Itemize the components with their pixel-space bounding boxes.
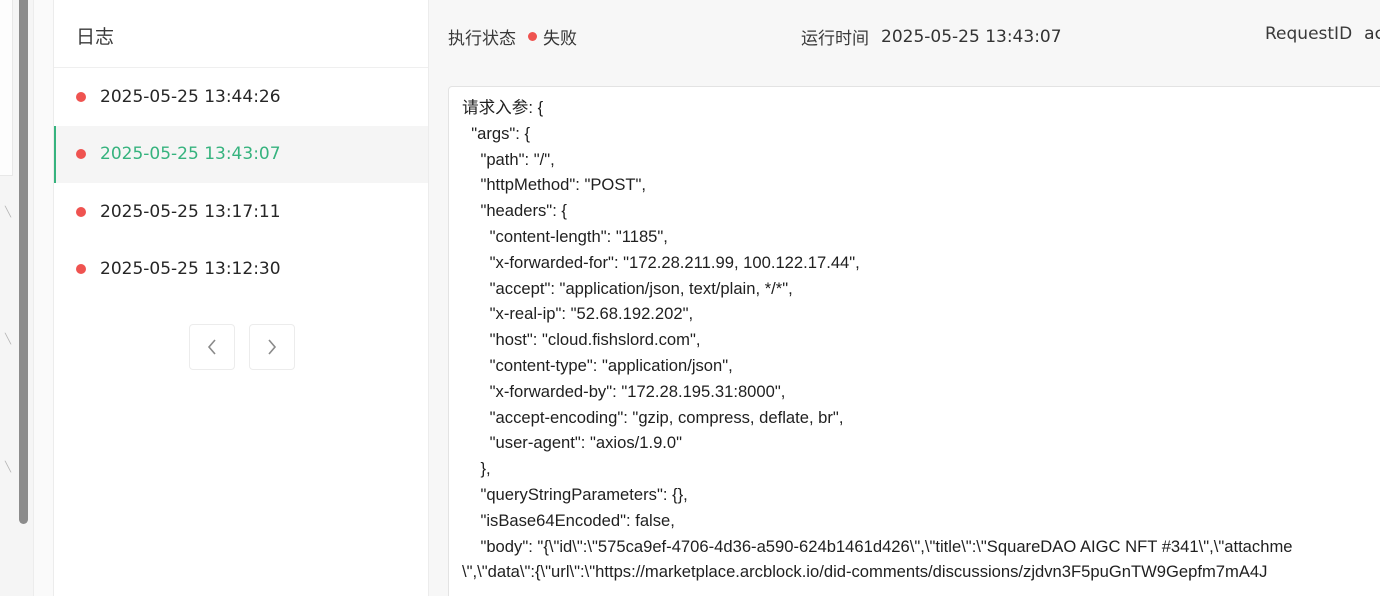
left-panel-strip: ╲ ╲ ╲ <box>0 0 34 596</box>
log-time: 2025-05-25 13:12:30 <box>100 259 281 280</box>
pagination <box>189 324 295 370</box>
chevron-right-icon <box>268 339 277 355</box>
runtime-field: 运行时间 2025-05-25 13:43:07 <box>801 24 1062 50</box>
status-dot-icon <box>76 91 86 102</box>
chevron-left-icon <box>207 339 216 355</box>
chevron-icon: ╲ <box>5 207 12 218</box>
log-list-item-active[interactable]: 2025-05-25 13:43:07 <box>54 125 428 183</box>
collapsed-panel <box>0 0 13 176</box>
log-time: 2025-05-25 13:43:07 <box>100 144 281 165</box>
chevron-icon: ╲ <box>5 462 12 473</box>
sidebar-title: 日志 <box>54 0 428 68</box>
status-dot-icon <box>76 206 86 217</box>
prev-page-button[interactable] <box>189 324 235 370</box>
status-field: 执行状态 失败 <box>448 24 577 49</box>
status-label: 执行状态 <box>448 29 516 49</box>
runtime-label: 运行时间 <box>801 29 869 49</box>
request-id-value[interactable]: ac <box>1364 24 1380 44</box>
log-detail: 执行状态 失败 运行时间 2025-05-25 13:43:07 Request… <box>429 0 1380 596</box>
log-list-item[interactable]: 2025-05-25 13:44:26 <box>54 68 428 126</box>
log-list-item[interactable]: 2025-05-25 13:17:11 <box>54 183 428 241</box>
request-id-field: RequestID ac <box>1265 24 1380 44</box>
log-list-item[interactable]: 2025-05-25 13:12:30 <box>54 241 428 299</box>
log-content-text[interactable]: 请求入参: { "args": { "path": "/", "httpMeth… <box>449 87 1380 585</box>
status-value: 失败 <box>543 29 577 49</box>
runtime-value: 2025-05-25 13:43:07 <box>881 26 1062 47</box>
status-dot-icon <box>76 149 86 160</box>
log-content-panel[interactable]: 请求入参: { "args": { "path": "/", "httpMeth… <box>448 86 1380 596</box>
log-time: 2025-05-25 13:44:26 <box>100 86 281 107</box>
log-time: 2025-05-25 13:17:11 <box>100 201 281 222</box>
status-dot-icon <box>76 264 86 275</box>
status-dot-icon <box>528 32 537 41</box>
request-id-label: RequestID <box>1265 24 1353 44</box>
log-sidebar: 日志 2025-05-25 13:44:26 2025-05-25 13:43:… <box>53 0 429 596</box>
next-page-button[interactable] <box>249 324 295 370</box>
detail-header: 执行状态 失败 运行时间 2025-05-25 13:43:07 Request… <box>429 0 1380 68</box>
chevron-icon: ╲ <box>5 334 12 345</box>
scrollbar-thumb[interactable] <box>19 0 28 524</box>
